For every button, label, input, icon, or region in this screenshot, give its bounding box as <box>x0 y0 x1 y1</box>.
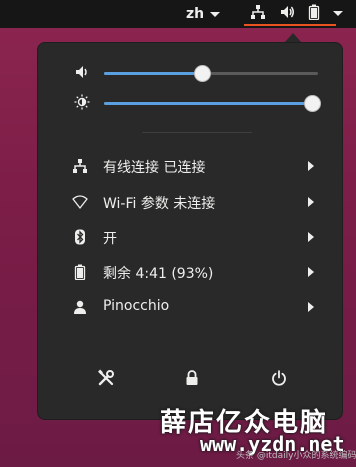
network-wired-question-icon <box>250 4 266 24</box>
menu-item-user[interactable]: Pinocchio <box>38 290 344 324</box>
brightness-slider-fill <box>104 102 312 105</box>
bluetooth-icon <box>72 229 88 245</box>
chevron-right-icon <box>308 302 314 312</box>
brightness-slider-handle[interactable] <box>303 95 321 112</box>
volume-slider-row <box>38 61 344 85</box>
menu-item-label: Pinocchio <box>103 298 170 314</box>
chevron-right-icon <box>308 267 314 277</box>
menu-item-battery[interactable]: 剩余 4:41 (93%) <box>38 255 344 289</box>
power-button[interactable] <box>268 369 290 391</box>
menu-item-label: Wi-Fi 参数 未连接 <box>103 196 216 212</box>
volume-slider-fill <box>104 72 203 75</box>
power-icon <box>271 370 287 390</box>
menu-item-label: 剩余 4:41 (93%) <box>103 266 214 282</box>
chevron-down-icon <box>210 11 221 17</box>
chevron-right-icon <box>308 232 314 242</box>
user-icon <box>72 299 88 315</box>
chevron-down-icon <box>333 11 343 16</box>
volume-icon <box>74 64 90 80</box>
menu-item-bluetooth[interactable]: 开 <box>38 220 344 254</box>
lock-icon <box>185 370 199 390</box>
volume-icon <box>279 4 295 24</box>
menu-item-label: 开 <box>103 231 117 247</box>
chevron-right-icon <box>308 161 314 171</box>
top-bar: zh <box>0 0 356 28</box>
battery-icon <box>308 4 320 24</box>
chevron-right-icon <box>308 197 314 207</box>
wifi-icon <box>72 194 88 210</box>
lock-button[interactable] <box>181 369 203 391</box>
separator <box>142 132 252 133</box>
network-wired-question-icon <box>72 158 88 174</box>
menu-item-wifi[interactable]: Wi-Fi 参数 未连接 <box>38 185 344 219</box>
battery-icon <box>72 264 88 280</box>
language-label: zh <box>186 6 205 22</box>
settings-tools-icon <box>97 369 115 391</box>
volume-slider-handle[interactable] <box>194 65 212 82</box>
brightness-slider-row <box>38 91 344 115</box>
brightness-slider[interactable] <box>104 95 321 112</box>
input-method-indicator[interactable]: zh <box>186 5 221 23</box>
brightness-icon <box>74 94 90 110</box>
menu-item-label: 有线连接 已连接 <box>103 160 206 176</box>
settings-button[interactable] <box>95 369 117 391</box>
volume-slider[interactable] <box>104 65 318 82</box>
system-status-area[interactable] <box>244 3 343 26</box>
menu-item-wired[interactable]: 有线连接 已连接 <box>38 149 344 183</box>
system-menu: 有线连接 已连接 Wi-Fi 参数 未连接 开 剩余 4:41 (93%) Pi… <box>37 42 343 420</box>
watermark-caption: 头条 @itdaily小众的系统编码 <box>236 451 356 461</box>
